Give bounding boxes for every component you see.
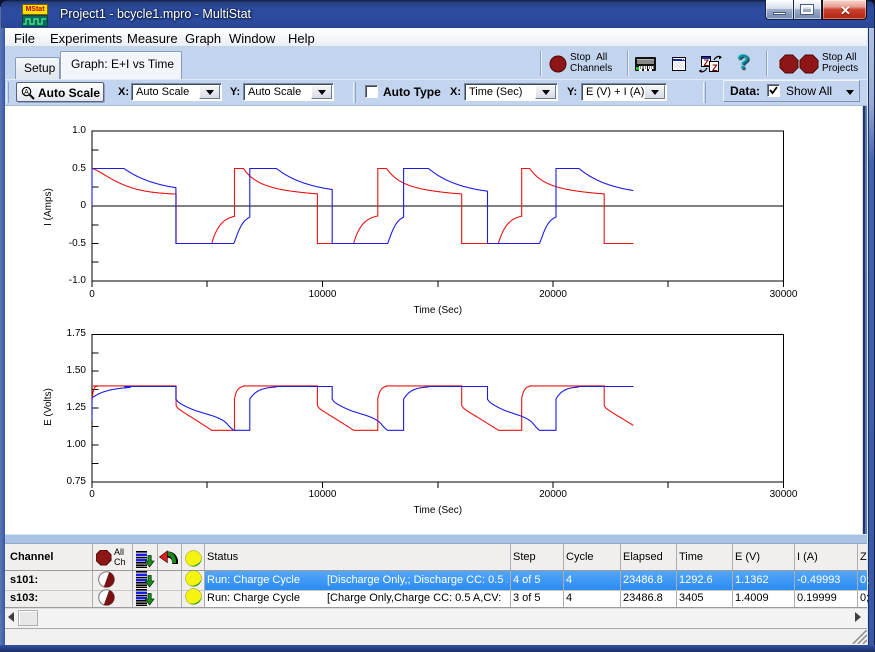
svg-text:A: A <box>24 89 29 96</box>
